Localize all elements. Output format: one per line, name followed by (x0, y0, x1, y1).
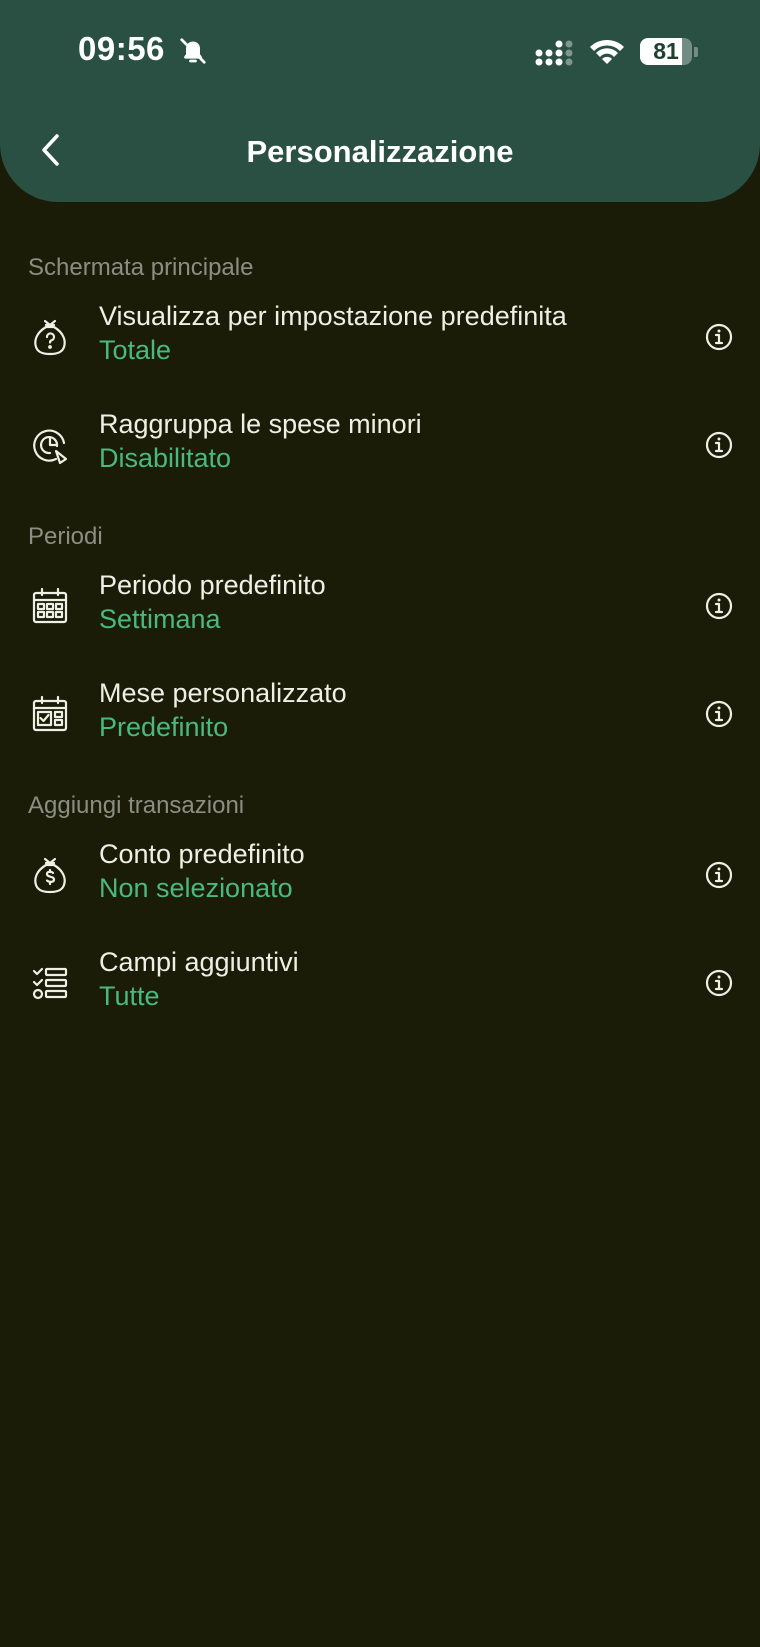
setting-title: Visualizza per impostazione predefinita (99, 301, 567, 331)
info-icon[interactable] (704, 699, 734, 729)
setting-value: Non selezionato (99, 873, 293, 903)
info-icon[interactable] (704, 322, 734, 352)
money-bag-question-icon (34, 319, 66, 356)
section-title-add-transactions: Aggiungi transazioni (28, 792, 245, 819)
bell-off-icon (180, 38, 206, 64)
signal-icon (535, 40, 573, 66)
info-icon[interactable] (704, 430, 734, 460)
info-icon[interactable] (704, 591, 734, 621)
wifi-icon (590, 39, 624, 64)
setting-row-additional-fields[interactable]: Campi aggiuntivi Tutte (0, 933, 760, 1033)
setting-value: Predefinito (99, 712, 229, 742)
setting-title: Periodo predefinito (99, 570, 326, 600)
setting-title: Campi aggiuntivi (99, 947, 299, 977)
info-icon[interactable] (704, 968, 734, 998)
pie-chart-icon (33, 429, 68, 465)
status-time: 09:56 (78, 30, 165, 67)
setting-row-default-account[interactable]: Conto predefinito Non selezionato (0, 825, 760, 925)
setting-value: Totale (99, 335, 172, 365)
top-app-bar: 09:56 81 Personalizzazione (0, 0, 760, 202)
page-title: Personalizzazione (246, 134, 514, 169)
battery-level: 81 (653, 38, 679, 64)
setting-row-default-period[interactable]: Periodo predefinito Settimana (0, 556, 760, 656)
info-icon[interactable] (704, 860, 734, 890)
setting-row-custom-month[interactable]: Mese personalizzato Predefinito (0, 664, 760, 764)
setting-title: Mese personalizzato (99, 678, 347, 708)
setting-title: Raggruppa le spese minori (99, 409, 422, 439)
setting-value: Disabilitato (99, 443, 232, 473)
setting-title: Conto predefinito (99, 839, 305, 869)
setting-value: Settimana (99, 604, 221, 634)
battery-icon: 81 (640, 36, 698, 66)
section-title-main-screen: Schermata principale (28, 254, 254, 281)
checklist-icon (32, 967, 68, 1000)
setting-value: Tutte (99, 981, 160, 1011)
section-title-periods: Periodi (28, 523, 103, 550)
money-bag-dollar-icon (34, 857, 66, 894)
setting-row-default-view[interactable]: Visualizza per impostazione predefinita … (0, 287, 760, 387)
setting-row-group-minor-expenses[interactable]: Raggruppa le spese minori Disabilitato (0, 395, 760, 495)
calendar-grid-icon (32, 587, 68, 624)
calendar-check-icon (32, 695, 68, 732)
